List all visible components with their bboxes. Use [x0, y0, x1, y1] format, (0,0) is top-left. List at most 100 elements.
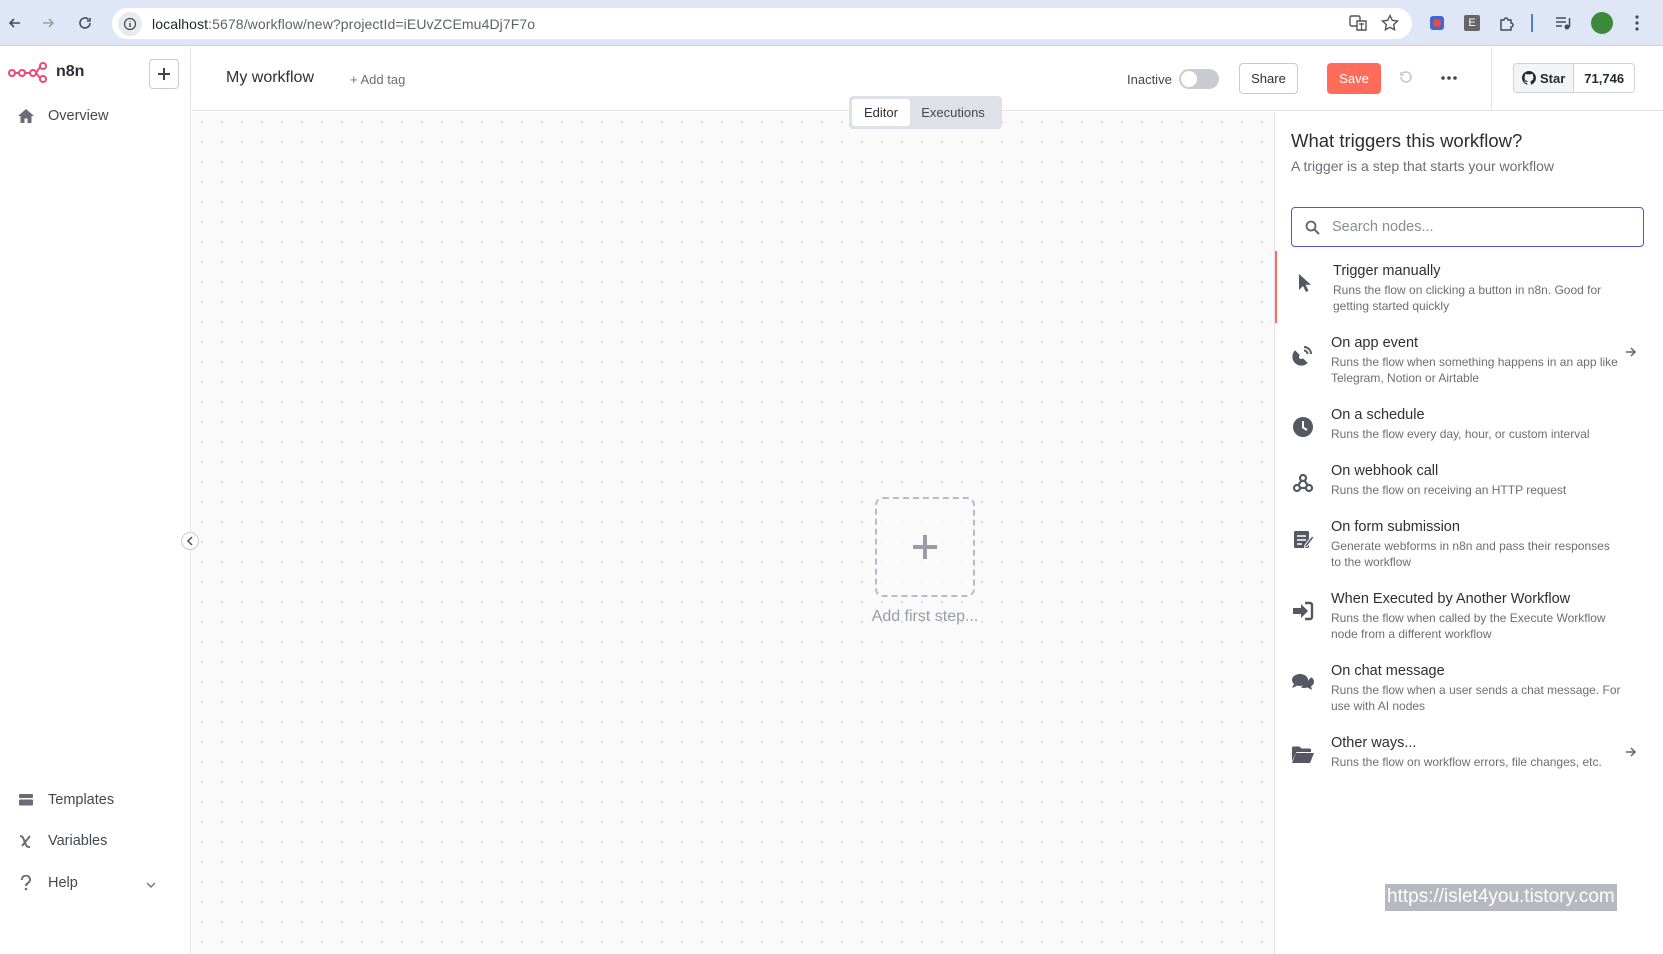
create-button[interactable]: [149, 59, 179, 89]
extension-icon-1[interactable]: [1426, 12, 1448, 34]
trigger-item-form[interactable]: On form submission Generate webforms in …: [1275, 507, 1663, 579]
tab-editor[interactable]: Editor: [852, 99, 910, 126]
sidebar-item-variables[interactable]: Variables: [16, 831, 107, 851]
trigger-item-name: On webhook call: [1331, 463, 1439, 479]
trigger-item-name: Trigger manually: [1333, 263, 1441, 279]
n8n-logo[interactable]: n8n: [8, 61, 84, 83]
panel-title: What triggers this workflow?: [1291, 130, 1523, 151]
site-info-icon[interactable]: [118, 11, 142, 36]
browser-menu-icon[interactable]: [1626, 12, 1648, 34]
forward-icon[interactable]: [35, 10, 61, 36]
plus-icon: [158, 68, 170, 80]
sidebar-item-label: Templates: [48, 792, 115, 808]
puzzle-icon[interactable]: [1496, 12, 1518, 34]
arrow-right-icon: [1625, 745, 1637, 763]
trigger-item-manual[interactable]: Trigger manually Runs the flow on clicki…: [1275, 251, 1663, 323]
extension-e-icon[interactable]: E: [1461, 12, 1483, 34]
workflow-name[interactable]: My workflow: [226, 69, 314, 87]
reload-icon[interactable]: [72, 10, 98, 36]
clock-icon: [1291, 415, 1315, 439]
header-divider: [1491, 47, 1492, 110]
trigger-item-name: On a schedule: [1331, 407, 1425, 423]
github-star-label: Star: [1540, 70, 1566, 86]
sidebar-item-help[interactable]: Help: [16, 873, 78, 893]
browser-toolbar: localhost:5678/workflow/new?projectId=iE…: [0, 0, 1663, 46]
trigger-item-desc: Runs the flow when something happens in …: [1331, 355, 1618, 385]
form-icon: [1291, 527, 1315, 551]
trigger-item-other-ways[interactable]: Other ways... Runs the flow on workflow …: [1275, 723, 1663, 795]
toggle-knob: [1181, 71, 1197, 87]
trigger-item-desc: Runs the flow every day, hour, or custom…: [1331, 427, 1590, 441]
logo-text: n8n: [56, 63, 85, 80]
trigger-item-app-event[interactable]: On app event Runs the flow when somethin…: [1275, 323, 1663, 395]
n8n-logo-icon: [8, 62, 47, 83]
add-first-step-button[interactable]: [875, 497, 975, 597]
github-star-count[interactable]: 71,746: [1574, 64, 1635, 92]
view-tabs: Editor Executions: [849, 96, 1002, 129]
variables-icon: [16, 831, 36, 851]
history-icon[interactable]: [1398, 69, 1414, 90]
more-options-icon[interactable]: [1441, 67, 1457, 85]
trigger-item-executed-by-workflow[interactable]: When Executed by Another Workflow Runs t…: [1275, 579, 1663, 651]
address-bar[interactable]: localhost:5678/workflow/new?projectId=iE…: [112, 8, 1412, 39]
chevron-left-icon: [186, 536, 193, 546]
url-path: :5678/workflow/new?projectId=iEUvZCEmu4D…: [208, 15, 536, 32]
folder-open-icon: [1291, 743, 1315, 767]
toolbar-divider: [1531, 14, 1533, 32]
add-tag-link[interactable]: + Add tag: [350, 72, 405, 87]
sidebar-item-label: Help: [48, 875, 78, 891]
profile-avatar[interactable]: [1591, 12, 1613, 34]
chat-icon: [1291, 671, 1315, 695]
satellite-dish-icon: [1291, 343, 1315, 367]
search-input[interactable]: [1332, 219, 1622, 235]
chevron-down-icon[interactable]: [146, 875, 156, 893]
media-control-icon[interactable]: [1552, 12, 1574, 34]
sign-in-icon: [1291, 599, 1315, 623]
status-label: Inactive: [1127, 72, 1172, 87]
plus-icon: [913, 535, 937, 559]
collapse-sidebar-button[interactable]: [181, 532, 199, 550]
trigger-item-name: When Executed by Another Workflow: [1331, 591, 1571, 607]
trigger-item-name: Other ways...: [1331, 735, 1417, 751]
home-icon: [16, 106, 36, 126]
add-first-step-label: Add first step...: [871, 608, 979, 625]
search-box: [1291, 207, 1644, 247]
sidebar-item-overview[interactable]: Overview: [16, 106, 108, 126]
cursor-icon: [1293, 271, 1317, 295]
trigger-item-desc: Runs the flow on receiving an HTTP reque…: [1331, 483, 1567, 497]
bookmark-star-icon[interactable]: [1380, 13, 1400, 38]
workflow-canvas[interactable]: [192, 112, 1274, 954]
github-star-widget[interactable]: Star 71,746: [1513, 63, 1636, 93]
sidebar-item-label: Overview: [48, 108, 109, 124]
help-icon: [16, 873, 36, 893]
panel-subtitle: A trigger is a step that starts your wor…: [1291, 158, 1554, 174]
sidebar: n8n Overview Templates Variables Help: [0, 47, 191, 954]
share-button[interactable]: Share: [1239, 63, 1298, 94]
trigger-item-desc: Runs the flow when a user sends a chat m…: [1331, 683, 1621, 713]
arrow-right-icon: [1625, 345, 1637, 363]
trigger-item-name: On form submission: [1331, 519, 1460, 535]
back-icon[interactable]: [2, 10, 28, 36]
trigger-item-name: On app event: [1331, 335, 1419, 351]
watermark-text: https://islet4you.tistory.com: [1385, 884, 1617, 911]
url-text: localhost:5678/workflow/new?projectId=iE…: [152, 16, 535, 32]
github-icon: [1522, 71, 1536, 85]
trigger-item-desc: Runs the flow on workflow errors, file c…: [1331, 755, 1602, 769]
active-toggle[interactable]: [1179, 69, 1219, 89]
url-host: localhost: [152, 15, 209, 32]
webhook-icon: [1291, 471, 1315, 495]
trigger-panel: What triggers this workflow? A trigger i…: [1274, 112, 1663, 954]
trigger-item-chat[interactable]: On chat message Runs the flow when a use…: [1275, 651, 1663, 723]
sidebar-item-templates[interactable]: Templates: [16, 790, 114, 810]
trigger-item-desc: Runs the flow when called by the Execute…: [1331, 611, 1606, 641]
trigger-item-desc: Runs the flow on clicking a button in n8…: [1333, 283, 1602, 313]
github-star-button[interactable]: Star: [1514, 64, 1575, 92]
tab-executions[interactable]: Executions: [910, 99, 996, 126]
search-icon: [1292, 220, 1332, 235]
sidebar-item-label: Variables: [48, 833, 108, 849]
templates-icon: [16, 790, 36, 810]
extension-e-label: E: [1464, 15, 1480, 31]
translate-icon[interactable]: [1348, 13, 1368, 38]
trigger-item-desc: Generate webforms in n8n and pass their …: [1331, 539, 1610, 569]
save-button[interactable]: Save: [1327, 63, 1381, 94]
